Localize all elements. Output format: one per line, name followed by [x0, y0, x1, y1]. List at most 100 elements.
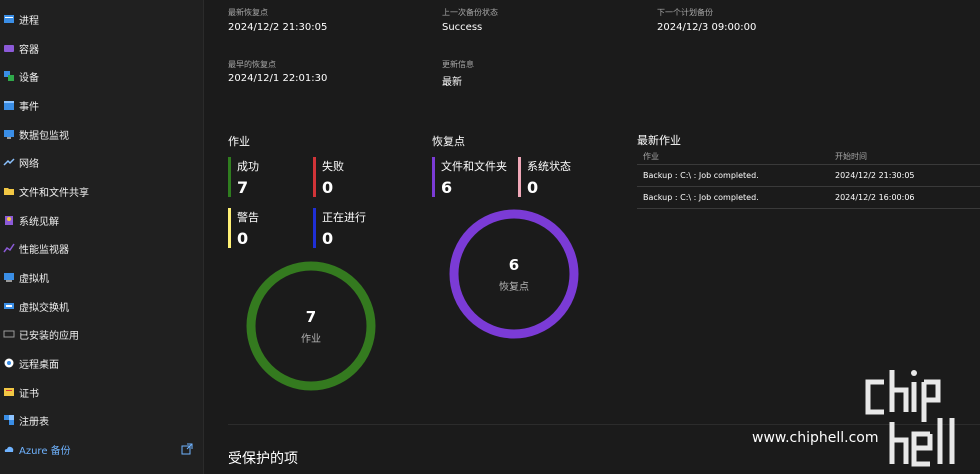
next-backup-value: 2024/12/3 09:00:00 — [657, 22, 757, 33]
sidebar-item-packet-monitor[interactable]: 数据包监视 — [0, 120, 203, 148]
sidebar-item-virtual-machines[interactable]: 虚拟机 — [0, 263, 203, 291]
files-count: 6 — [441, 178, 453, 197]
sidebar-item-label: 网络 — [19, 158, 39, 170]
sidebar-item-label: 已安装的应用 — [19, 330, 79, 342]
packet-monitor-icon — [4, 130, 14, 139]
sidebar-item-label: 数据包监视 — [19, 130, 69, 142]
earliest-restore-point-value: 2024/12/1 22:01:30 — [228, 73, 328, 84]
virtual-machines-icon — [4, 273, 14, 282]
jobs-in-progress-stat[interactable]: 正在进行 0 — [313, 208, 393, 248]
latest-restore-point-value: 2024/12/2 21:30:05 — [228, 22, 328, 33]
recovery-files-stat[interactable]: 文件和文件夹 6 — [432, 157, 517, 197]
azure-backup-icon — [4, 446, 14, 452]
job-start-time-cell: 2024/12/2 16:00:06 — [835, 193, 915, 202]
table-header: 作业 开始时间 — [637, 148, 980, 165]
registry-icon — [4, 415, 14, 425]
folder-icon — [4, 188, 14, 195]
in-progress-count: 0 — [322, 229, 334, 248]
sidebar-item-label: 虚拟交换机 — [19, 302, 69, 314]
remote-desktop-icon — [4, 358, 14, 368]
update-info-label: 更新信息 — [442, 60, 474, 69]
sidebar-nav: 进程 容器 设备 事件 数据包监视 网络 文件和文件共享 系统见解 性能监视器 … — [0, 0, 204, 474]
jobs-ring-arc — [246, 261, 376, 391]
column-header-job[interactable]: 作业 — [643, 151, 659, 162]
jobs-section-title: 作业 — [228, 135, 250, 148]
recovery-ring-label: 恢复点 — [499, 282, 529, 293]
sidebar-item-label: Azure 备份 — [19, 445, 71, 457]
sidebar-item-events[interactable]: 事件 — [0, 91, 203, 119]
watermark-url: www.chiphell.com — [752, 430, 879, 446]
failed-label: 失败 — [322, 160, 344, 173]
jobs-failed-stat[interactable]: 失败 0 — [313, 157, 393, 197]
failed-bar — [313, 157, 316, 197]
recovery-points-donut-chart — [449, 209, 579, 339]
job-name-cell: Backup : C:\ : Job completed. — [643, 193, 759, 202]
jobs-warning-stat[interactable]: 警告 0 — [228, 208, 308, 248]
next-backup-label: 下一个计划备份 — [657, 8, 713, 17]
certificates-icon — [4, 388, 14, 396]
success-count: 7 — [237, 178, 249, 197]
jobs-ring-value: 7 — [305, 308, 317, 326]
success-bar — [228, 157, 231, 197]
protected-items-title: 受保护的项 — [228, 451, 298, 467]
virtual-switch-icon — [4, 303, 14, 309]
in-progress-bar — [313, 208, 316, 248]
column-header-start-time[interactable]: 开始时间 — [835, 151, 867, 162]
processes-icon — [4, 15, 14, 23]
success-label: 成功 — [237, 160, 259, 173]
installed-apps-icon — [3, 330, 15, 338]
recovery-system-state-stat[interactable]: 系统状态 0 — [518, 157, 598, 197]
files-label: 文件和文件夹 — [441, 160, 507, 173]
recovery-points-section-title: 恢复点 — [432, 135, 465, 148]
open-in-new-icon[interactable] — [181, 443, 193, 455]
failed-count: 0 — [322, 178, 334, 197]
recovery-ring-value: 6 — [508, 256, 520, 274]
job-start-time-cell: 2024/12/2 21:30:05 — [835, 171, 915, 180]
network-icon — [3, 158, 15, 166]
sidebar-item-label: 远程桌面 — [19, 359, 59, 371]
sidebar-item-virtual-switch[interactable]: 虚拟交换机 — [0, 292, 203, 320]
sidebar-item-devices[interactable]: 设备 — [0, 62, 203, 90]
sidebar-item-label: 事件 — [19, 101, 39, 113]
sidebar-item-files[interactable]: 文件和文件共享 — [0, 177, 203, 205]
sidebar-item-installed-apps[interactable]: 已安装的应用 — [0, 320, 203, 348]
warning-count: 0 — [237, 229, 249, 248]
sidebar-item-certificates[interactable]: 证书 — [0, 378, 203, 406]
sidebar-item-label: 证书 — [19, 388, 39, 400]
sidebar-item-label: 设备 — [19, 72, 39, 84]
sidebar-item-label: 文件和文件共享 — [19, 187, 89, 199]
warning-bar — [228, 208, 231, 248]
chiphell-watermark-logo — [865, 370, 955, 467]
devices-icon — [4, 71, 14, 81]
sidebar-item-containers[interactable]: 容器 — [0, 34, 203, 62]
system-state-bar — [518, 157, 521, 197]
system-insights-icon — [5, 216, 13, 225]
sidebar-item-system-insights[interactable]: 系统见解 — [0, 206, 203, 234]
sidebar-item-network[interactable]: 网络 — [0, 148, 203, 176]
update-info-value: 最新 — [442, 77, 462, 88]
events-icon — [4, 101, 14, 110]
system-state-label: 系统状态 — [527, 160, 571, 173]
table-row[interactable]: Backup : C:\ : Job completed. 2024/12/2 … — [637, 165, 980, 187]
recovery-ring-arc — [449, 209, 579, 339]
system-state-count: 0 — [527, 178, 539, 197]
earliest-restore-point-label: 最早的恢复点 — [228, 60, 276, 69]
jobs-success-stat[interactable]: 成功 7 — [228, 157, 308, 197]
last-backup-status-value: Success — [442, 22, 483, 33]
sidebar-item-remote-desktop[interactable]: 远程桌面 — [0, 349, 203, 377]
sidebar-item-label: 进程 — [19, 15, 39, 27]
sidebar-item-performance-monitor[interactable]: 性能监视器 — [0, 234, 203, 262]
latest-jobs-title: 最新作业 — [637, 134, 681, 147]
containers-icon — [4, 45, 14, 52]
sidebar-item-label: 虚拟机 — [19, 273, 49, 285]
latest-restore-point-label: 最新恢复点 — [228, 8, 268, 17]
performance-monitor-icon — [3, 243, 15, 253]
jobs-ring-label: 作业 — [301, 334, 321, 345]
sidebar-item-processes[interactable]: 进程 — [0, 5, 203, 33]
sidebar-item-azure-backup[interactable]: Azure 备份 — [0, 435, 203, 463]
files-bar — [432, 157, 435, 197]
sidebar-item-registry[interactable]: 注册表 — [0, 406, 203, 434]
latest-jobs-table: 作业 开始时间 Backup : C:\ : Job completed. 20… — [637, 148, 980, 209]
table-row[interactable]: Backup : C:\ : Job completed. 2024/12/2 … — [637, 187, 980, 209]
in-progress-label: 正在进行 — [322, 211, 366, 224]
